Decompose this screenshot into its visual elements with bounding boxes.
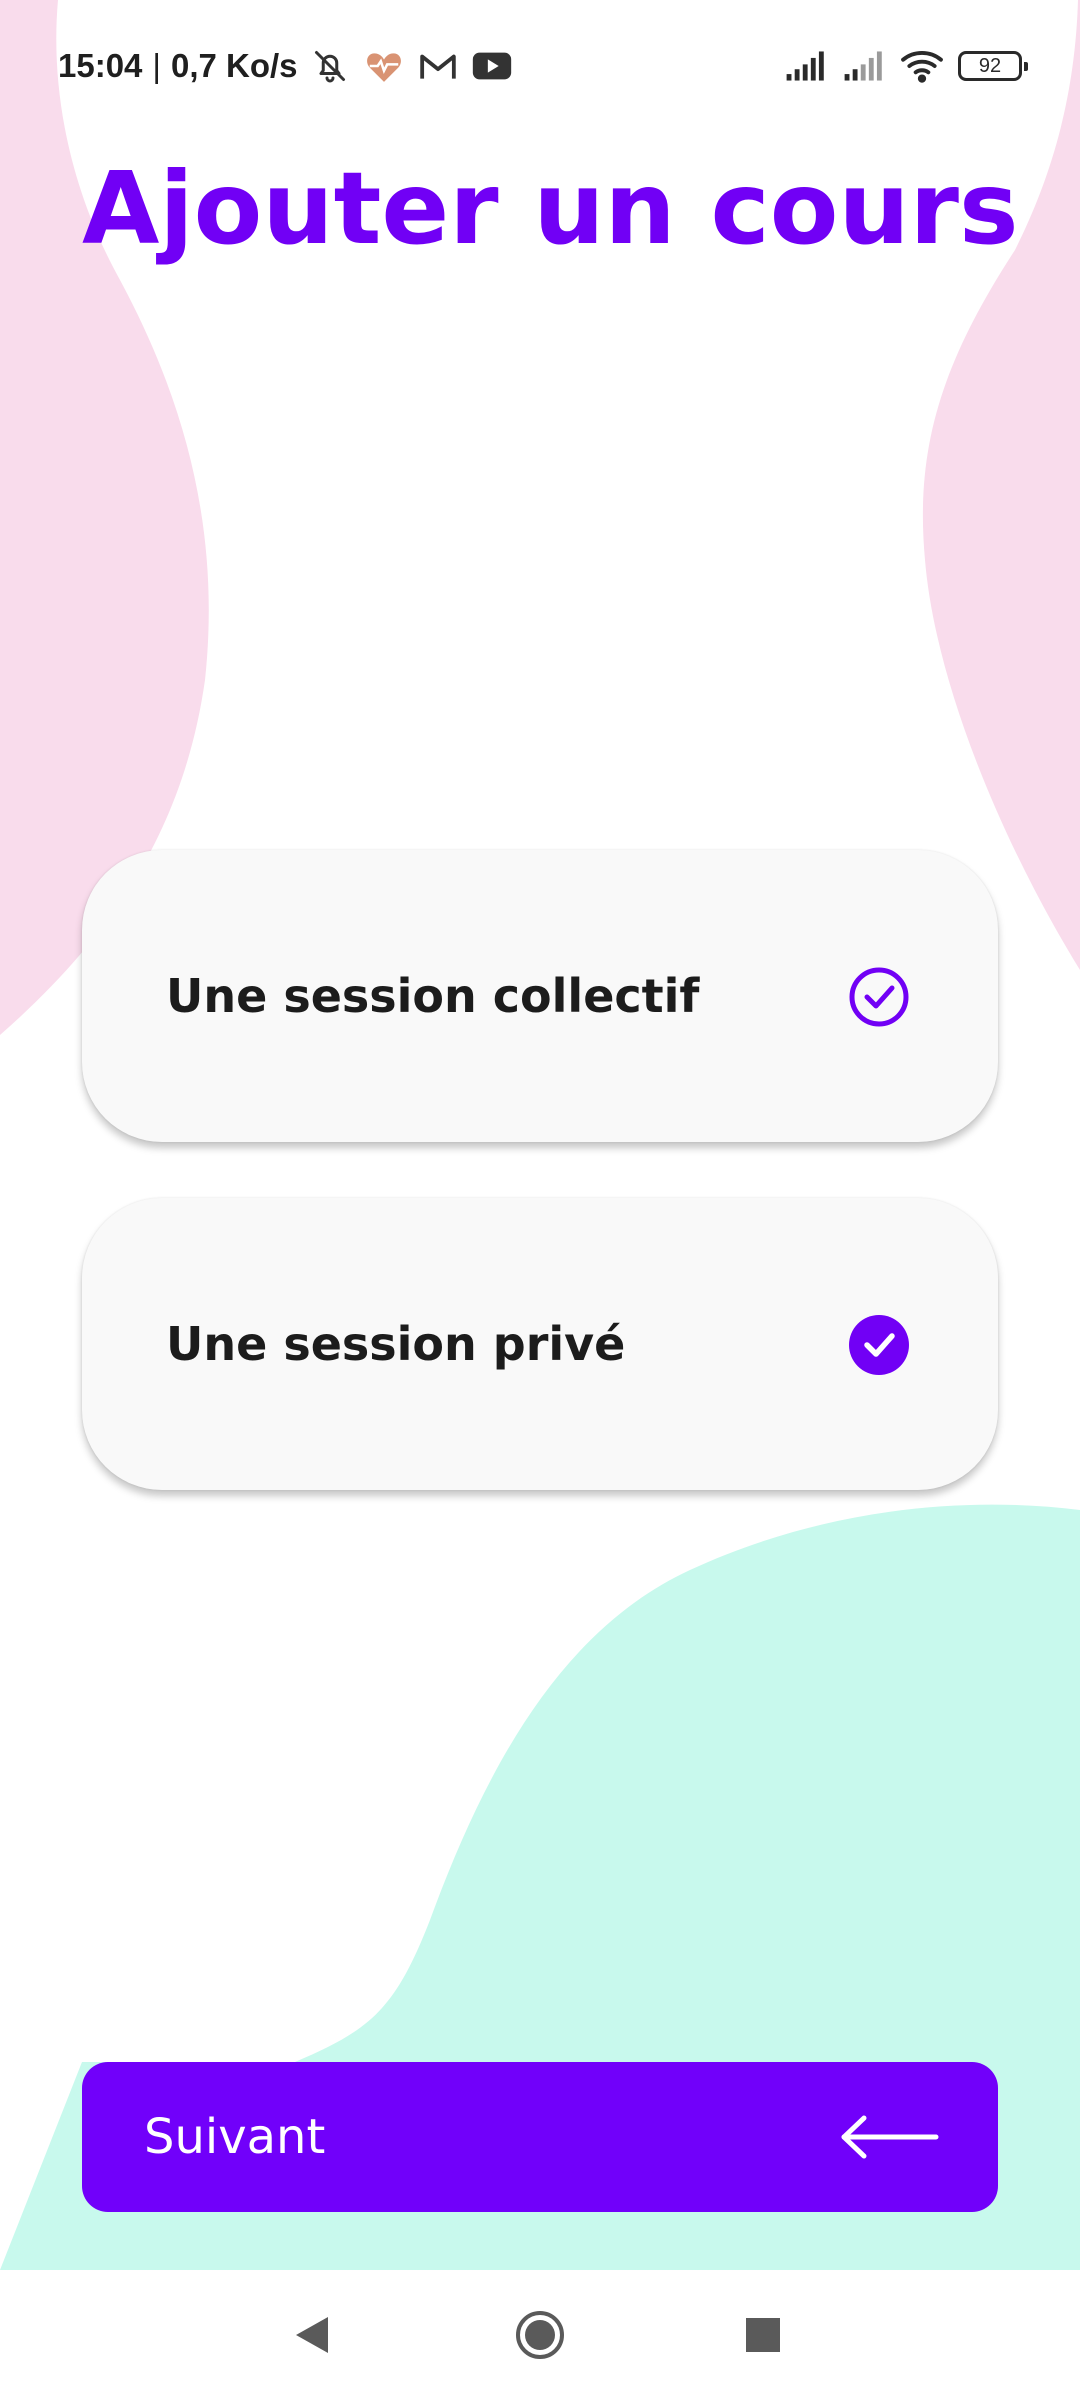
network-speed: 0,7 Ko/s	[170, 47, 298, 84]
bell-off-icon	[308, 44, 352, 88]
home-icon	[516, 2311, 564, 2359]
wifi-icon	[900, 44, 944, 88]
signal-weak-icon	[842, 44, 886, 88]
gmail-icon	[416, 44, 460, 88]
option-card-collective[interactable]: Une session collectif	[82, 850, 998, 1142]
next-button[interactable]: Suivant	[82, 2062, 998, 2212]
check-circle-outline-icon[interactable]	[848, 966, 910, 1028]
battery-icon: 92	[958, 51, 1028, 81]
signal-icon	[784, 44, 828, 88]
page-title: Ajouter un cours	[82, 150, 1019, 267]
back-icon	[296, 2317, 328, 2353]
nav-home-button[interactable]	[475, 2270, 605, 2400]
status-right: 92	[784, 44, 1028, 88]
heart-pulse-icon	[362, 44, 406, 88]
option-label: Une session collectif	[166, 969, 700, 1023]
recents-icon	[746, 2318, 780, 2352]
youtube-icon	[470, 44, 514, 88]
option-card-private[interactable]: Une session privé	[82, 1198, 998, 1490]
battery-level: 92	[978, 54, 1002, 77]
status-separator: |	[152, 47, 161, 84]
check-circle-filled-icon[interactable]	[848, 1314, 910, 1376]
status-left: 15:04 | 0,7 Ko/s	[58, 44, 514, 88]
status-bar: 15:04 | 0,7 Ko/s 92	[0, 0, 1080, 130]
nav-recents-button[interactable]	[698, 2270, 828, 2400]
status-time: 15:04	[58, 47, 143, 84]
option-label: Une session privé	[166, 1317, 626, 1371]
pink-blob-right	[922, 0, 1080, 970]
arrow-left-icon	[841, 2115, 939, 2159]
next-button-label: Suivant	[144, 2109, 326, 2165]
nav-back-button[interactable]	[247, 2270, 377, 2400]
navigation-bar	[0, 2270, 1080, 2400]
